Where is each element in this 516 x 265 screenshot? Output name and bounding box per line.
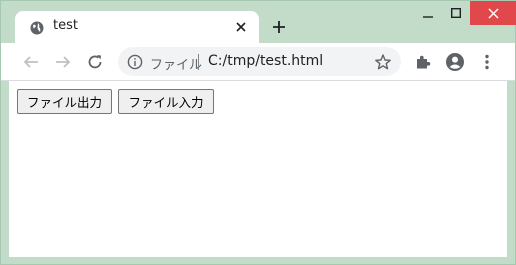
back-arrow-icon[interactable] bbox=[21, 52, 41, 72]
kebab-menu-icon[interactable] bbox=[477, 52, 497, 72]
bookmark-star-icon[interactable] bbox=[374, 53, 392, 71]
browser-toolbar: ファイル C:/tmp/test.html bbox=[1, 43, 515, 80]
minimize-icon[interactable] bbox=[413, 1, 443, 25]
tab-title: test bbox=[53, 18, 78, 33]
extensions-puzzle-icon[interactable] bbox=[413, 52, 433, 72]
globe-icon bbox=[30, 20, 44, 35]
close-tab-icon[interactable] bbox=[233, 19, 249, 35]
omnibox-divider bbox=[198, 54, 199, 70]
page-content: ファイル出力 ファイル入力 bbox=[9, 81, 507, 257]
forward-arrow-icon[interactable] bbox=[53, 52, 73, 72]
tab-test[interactable]: test bbox=[15, 11, 259, 44]
profile-avatar-icon[interactable] bbox=[445, 52, 465, 72]
info-icon[interactable] bbox=[127, 54, 143, 70]
tab-strip: test bbox=[1, 1, 516, 44]
scheme-label: ファイル bbox=[150, 58, 203, 73]
window-close-icon[interactable] bbox=[470, 1, 516, 25]
browser-window: test ファイル C:/tmp/test.html ファイル出力 ファイル入力 bbox=[0, 0, 516, 265]
url-text[interactable]: C:/tmp/test.html bbox=[208, 53, 323, 69]
new-tab-icon[interactable] bbox=[269, 17, 289, 37]
maximize-icon[interactable] bbox=[441, 1, 471, 25]
reload-icon[interactable] bbox=[85, 52, 105, 72]
file-input-button[interactable]: ファイル入力 bbox=[118, 89, 214, 114]
file-output-button[interactable]: ファイル出力 bbox=[17, 89, 112, 114]
address-bar[interactable]: ファイル C:/tmp/test.html bbox=[118, 47, 401, 76]
